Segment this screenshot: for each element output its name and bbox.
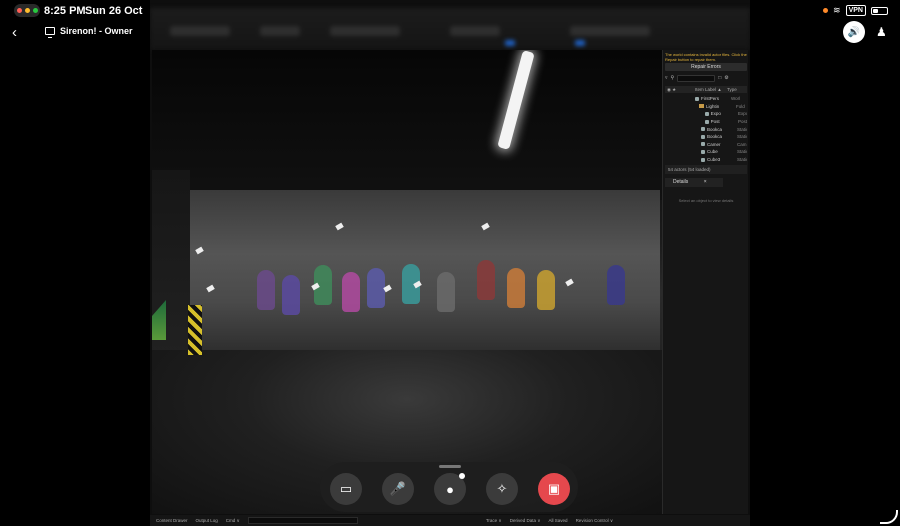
end-screen-share-icon[interactable]: ▣ <box>538 473 570 505</box>
wifi-icon: ≋ <box>833 5 841 15</box>
static-mesh-icon <box>701 127 705 132</box>
output-log-button[interactable]: Output Log <box>196 518 218 523</box>
wall-figure <box>437 272 455 312</box>
mic-icon[interactable]: 🎤 <box>382 473 414 505</box>
static-mesh-icon <box>701 149 705 154</box>
system-tray: ≋ VPN <box>823 5 888 16</box>
wall-figure <box>507 268 525 308</box>
outliner-row[interactable]: Expo Expo <box>665 110 747 118</box>
outliner-rows: FirstPers Worl Lightin Fold Expo Expo Post P… <box>665 95 747 163</box>
close-window-dot[interactable] <box>16 8 22 13</box>
wall-figure <box>342 272 360 312</box>
outliner-search-input[interactable] <box>677 74 716 82</box>
trace-dropdown[interactable]: Trace ∨ <box>486 518 502 524</box>
outliner-row[interactable]: Camer Cam <box>665 141 747 149</box>
exposure-icon <box>705 111 709 116</box>
shared-screen[interactable]: The world contains invalid actor files. … <box>150 0 750 526</box>
battery-icon <box>871 6 888 15</box>
cmd-dropdown[interactable]: Cmd ∨ <box>226 518 240 524</box>
notification-dot <box>459 473 465 479</box>
blurred-editor-toolbar <box>150 8 750 50</box>
revision-control-dropdown[interactable]: Revision Control ∨ <box>576 518 614 524</box>
controls-drag-handle[interactable] <box>439 465 461 468</box>
outliner-row[interactable]: CubeStatic <box>665 148 747 156</box>
repair-errors-button[interactable]: Repair Errors <box>665 63 747 71</box>
folder-icon[interactable]: □ <box>718 75 721 81</box>
visibility-eye-icon[interactable]: ◉ ★ <box>665 86 695 93</box>
static-mesh-icon <box>701 134 705 139</box>
camera-icon <box>701 142 705 147</box>
console-command-input[interactable] <box>247 517 358 524</box>
wall-figure <box>537 270 555 310</box>
all-saved-button[interactable]: All Saved <box>549 518 568 523</box>
editor-status-bar: Content Drawer Output Log Cmd ∨ Trace ∨ … <box>150 515 750 526</box>
content-drawer-button[interactable]: Content Drawer <box>156 518 188 523</box>
outliner-header: ◉ ★ Item Label ▲ Type <box>665 86 747 93</box>
outliner-row[interactable]: Cube3Static <box>665 156 747 164</box>
camera-off-icon[interactable]: ▭ <box>330 473 362 505</box>
world-icon <box>695 96 699 101</box>
status-date: Sun 26 Oct <box>85 5 143 17</box>
scene-ceiling <box>152 50 662 200</box>
wall-figure <box>282 275 300 315</box>
outliner-warning: The world contains invalid actor files. … <box>665 52 747 62</box>
session-title: Sirenon! - Owner <box>60 26 133 36</box>
post-process-icon <box>705 119 709 124</box>
outliner-row[interactable]: BookcaStatic <box>665 125 747 133</box>
person-add-icon[interactable]: ♟ <box>876 25 887 39</box>
column-item-label[interactable]: Item Label ▲ <box>695 86 727 93</box>
tab-details[interactable]: Details × <box>665 178 723 187</box>
outliner-row[interactable]: BookcaStatic <box>665 133 747 141</box>
close-icon[interactable]: × <box>704 179 707 185</box>
details-empty-text: Select an object to view details <box>678 198 734 203</box>
outliner-row[interactable]: FirstPers Worl <box>665 95 747 103</box>
outliner-panel: The world contains invalid actor files. … <box>662 50 748 514</box>
wall-figure <box>477 260 495 300</box>
details-tab-label: Details <box>673 179 689 185</box>
actor-count: 54 actors (54 loaded) <box>665 165 747 174</box>
wall-figure <box>257 270 275 310</box>
folder-icon <box>699 104 704 109</box>
back-chevron-left-icon[interactable]: ‹ <box>12 24 17 41</box>
outliner-row[interactable]: Lightin Fold <box>665 103 747 111</box>
effects-icon[interactable]: ✧ <box>486 473 518 505</box>
wall-figure <box>607 265 625 305</box>
filter-icon[interactable]: ▿ <box>665 75 668 81</box>
session-title-group: Sirenon! - Owner <box>45 26 133 38</box>
editor-viewport[interactable] <box>152 50 662 514</box>
recording-indicator-icon <box>823 8 829 13</box>
gear-icon[interactable]: ⚙ <box>724 75 728 81</box>
maximize-window-dot[interactable] <box>32 8 38 13</box>
scene-left-wall <box>152 170 190 370</box>
minimize-window-dot[interactable] <box>24 8 30 13</box>
resize-corner[interactable] <box>880 510 898 524</box>
speaker-icon[interactable]: 🔊 <box>843 21 865 43</box>
search-icon: ⚲ <box>670 75 675 81</box>
window-controls[interactable] <box>14 4 40 17</box>
column-type[interactable]: Type <box>727 86 737 93</box>
status-time: 8:25 PM <box>44 5 86 17</box>
hazard-pole <box>188 305 202 355</box>
outliner-toolbar: ▿ ⚲ □ ⚙ <box>665 74 747 82</box>
static-mesh-icon <box>701 157 705 162</box>
scene-back-wall <box>190 190 660 350</box>
outliner-row[interactable]: Post Post <box>665 118 747 126</box>
vpn-badge: VPN <box>845 5 866 16</box>
monitor-icon <box>45 27 55 38</box>
derived-data-dropdown[interactable]: Derived Data ∨ <box>510 518 541 524</box>
